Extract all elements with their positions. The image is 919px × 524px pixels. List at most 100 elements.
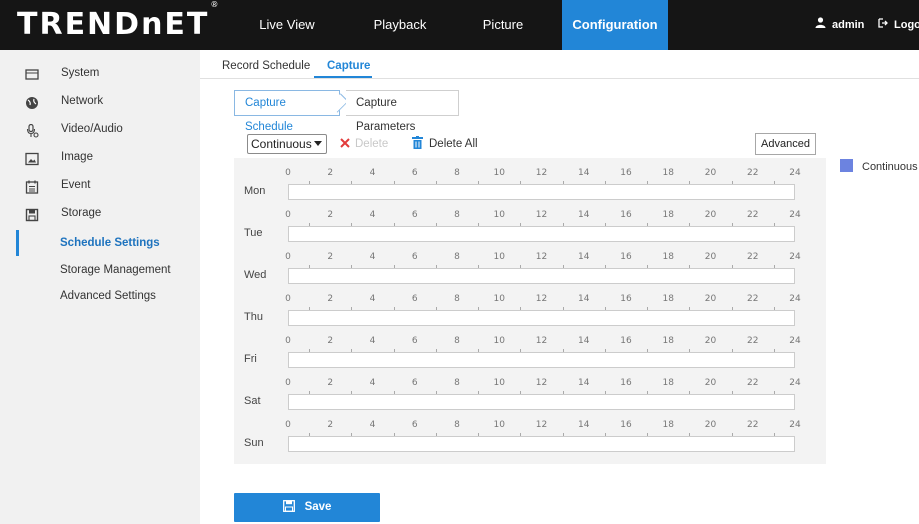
hour-label: 24 bbox=[789, 210, 801, 220]
sidebar-item-image[interactable]: Image bbox=[0, 144, 200, 170]
day-schedule-bar[interactable] bbox=[288, 394, 795, 410]
hour-label: 18 bbox=[662, 168, 674, 178]
day-label: Mon bbox=[244, 185, 266, 197]
tab-record-schedule[interactable]: Record Schedule bbox=[222, 60, 310, 72]
hour-label: 10 bbox=[493, 252, 505, 262]
delete-all-button[interactable]: Delete All bbox=[412, 134, 478, 154]
hour-label: 8 bbox=[454, 336, 460, 346]
hour-label: 14 bbox=[578, 168, 590, 178]
nav-live-view[interactable]: Live View bbox=[255, 0, 319, 50]
subtab-capture-parameters[interactable]: Capture Parameters bbox=[346, 90, 459, 133]
sidebar-item-advanced-settings[interactable]: Advanced Settings bbox=[0, 283, 200, 309]
record-mode-select[interactable]: Continuous bbox=[247, 134, 327, 154]
hour-label: 12 bbox=[535, 252, 548, 262]
day-schedule-bar[interactable] bbox=[288, 436, 795, 452]
hour-label: 14 bbox=[578, 336, 590, 346]
schedule-row-tue: Tue 0 2 4 6 8 10 12 14 16 18 20 22 24 bbox=[234, 210, 826, 250]
hour-label: 22 bbox=[747, 252, 759, 262]
sidebar-item-storage-management[interactable]: Storage Management bbox=[0, 257, 200, 283]
hour-label: 0 bbox=[285, 210, 291, 220]
hour-label: 8 bbox=[454, 168, 460, 178]
schedule-row-sat: Sat 0 2 4 6 8 10 12 14 16 18 20 22 24 bbox=[234, 378, 826, 418]
hour-label: 8 bbox=[454, 420, 460, 430]
hour-label: 4 bbox=[369, 420, 376, 430]
hour-label: 22 bbox=[747, 168, 759, 178]
sidebar-item-video-audio[interactable]: Video/Audio bbox=[0, 116, 200, 142]
user-menu[interactable]: admin bbox=[815, 0, 864, 50]
hour-label: 24 bbox=[789, 168, 801, 178]
user-icon bbox=[815, 0, 826, 50]
day-schedule-bar[interactable] bbox=[288, 226, 795, 242]
trendnet-logo: TRENDnET® bbox=[17, 0, 219, 42]
hour-label: 24 bbox=[789, 378, 801, 388]
day-label: Fri bbox=[244, 353, 257, 365]
hour-label: 8 bbox=[454, 252, 460, 262]
select-value: Continuous bbox=[251, 137, 312, 151]
hour-label: 6 bbox=[411, 168, 418, 178]
hour-label: 12 bbox=[535, 168, 548, 178]
hour-label: 16 bbox=[620, 378, 632, 388]
logout-label: Logout bbox=[894, 19, 919, 31]
hour-label: 16 bbox=[620, 336, 632, 346]
trash-icon bbox=[412, 136, 423, 156]
hour-label: 4 bbox=[369, 294, 376, 304]
hour-label: 6 bbox=[411, 210, 418, 220]
subtab-label: Capture Parameters bbox=[356, 97, 416, 133]
nav-playback[interactable]: Playback bbox=[363, 0, 437, 50]
nav-picture[interactable]: Picture bbox=[476, 0, 530, 50]
delete-all-label: Delete All bbox=[429, 138, 478, 150]
legend-label: Continuous bbox=[862, 161, 918, 173]
hour-label: 20 bbox=[704, 336, 717, 346]
hour-label: 16 bbox=[620, 294, 632, 304]
top-navigation-bar: TRENDnET® Live View Playback Picture Con… bbox=[0, 0, 919, 50]
day-schedule-bar[interactable] bbox=[288, 310, 795, 326]
delete-button[interactable]: Delete bbox=[340, 134, 388, 154]
sidebar-item-network[interactable]: Network bbox=[0, 88, 200, 114]
hour-label: 10 bbox=[493, 210, 505, 220]
advanced-button[interactable]: Advanced bbox=[755, 133, 816, 155]
hour-label: 12 bbox=[535, 336, 548, 346]
sidebar-item-system[interactable]: System bbox=[0, 60, 200, 86]
hour-label: 0 bbox=[285, 336, 291, 346]
sidebar-item-label: Image bbox=[61, 151, 93, 163]
hour-label: 12 bbox=[535, 294, 548, 304]
day-schedule-bar[interactable] bbox=[288, 184, 795, 200]
sidebar-item-event[interactable]: Event bbox=[0, 172, 200, 198]
hour-label: 20 bbox=[704, 168, 717, 178]
hour-label: 14 bbox=[578, 378, 590, 388]
globe-icon bbox=[25, 94, 39, 109]
tab-capture[interactable]: Capture bbox=[327, 60, 370, 72]
hour-label: 24 bbox=[789, 336, 801, 346]
sidebar-item-label: Video/Audio bbox=[61, 123, 123, 135]
hour-label: 22 bbox=[747, 210, 759, 220]
hour-label: 22 bbox=[747, 336, 759, 346]
sidebar-item-label: Advanced Settings bbox=[60, 290, 156, 302]
hour-label: 4 bbox=[369, 378, 376, 388]
save-button[interactable]: Save bbox=[234, 493, 380, 522]
day-label: Sat bbox=[244, 395, 261, 407]
hour-label: 14 bbox=[578, 420, 590, 430]
hour-label: 14 bbox=[578, 252, 590, 262]
storage-icon bbox=[25, 206, 39, 222]
hour-label: 24 bbox=[789, 252, 801, 262]
hour-label: 18 bbox=[662, 336, 674, 346]
schedule-row-thu: Thu 0 2 4 6 8 10 12 14 16 18 20 22 24 bbox=[234, 294, 826, 334]
sidebar-item-storage[interactable]: Storage bbox=[0, 200, 200, 226]
day-label: Thu bbox=[244, 311, 263, 323]
logout-icon bbox=[878, 0, 888, 50]
day-schedule-bar[interactable] bbox=[288, 352, 795, 368]
sidebar: System Network Video/Audio Image Event S… bbox=[0, 50, 200, 524]
hour-label: 6 bbox=[411, 420, 418, 430]
hour-label: 0 bbox=[285, 420, 291, 430]
hour-label: 22 bbox=[747, 420, 759, 430]
monitor-icon bbox=[25, 66, 39, 80]
hour-label: 18 bbox=[662, 210, 674, 220]
sidebar-item-label: System bbox=[61, 67, 100, 79]
day-schedule-bar[interactable] bbox=[288, 268, 795, 284]
sidebar-item-schedule-settings[interactable]: Schedule Settings bbox=[0, 230, 200, 256]
username-label: admin bbox=[832, 19, 865, 31]
hour-label: 2 bbox=[327, 420, 334, 430]
subtab-capture-schedule[interactable]: Capture Schedule bbox=[234, 90, 349, 133]
logout-button[interactable]: Logout bbox=[878, 0, 919, 50]
nav-configuration[interactable]: Configuration bbox=[562, 0, 668, 50]
